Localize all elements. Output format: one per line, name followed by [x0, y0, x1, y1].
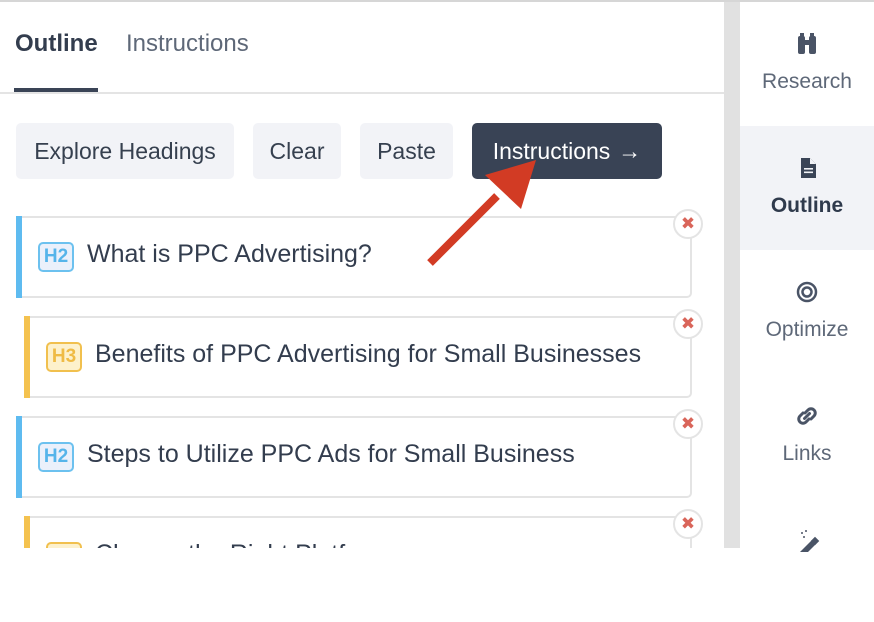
outline-item[interactable]: H2 Steps to Utilize PPC Ads for Small Bu…: [16, 416, 692, 498]
explore-headings-button[interactable]: Explore Headings: [16, 123, 234, 179]
sidebar-item-label: Outline: [770, 194, 844, 217]
heading-level-badge: H3: [46, 542, 82, 548]
magic-wand-icon: [800, 530, 820, 552]
sidebar-item-research[interactable]: Research: [740, 2, 874, 126]
h2-level-bar: [16, 216, 22, 298]
heading-level-badge: H3: [46, 342, 82, 372]
file-icon: [801, 158, 816, 178]
outline-item[interactable]: H3 Choose the Right Platform: [24, 516, 692, 548]
outline-item[interactable]: H3 Benefits of PPC Advertising for Small…: [24, 316, 692, 398]
sidebar-item-optimize[interactable]: Optimize: [740, 250, 874, 374]
remove-item-button[interactable]: ✖: [673, 309, 703, 339]
outline-panel: Outline Instructions Explore Headings Cl…: [0, 2, 724, 548]
active-tab-indicator: [14, 88, 98, 92]
paste-button[interactable]: Paste: [360, 123, 453, 179]
outline-item[interactable]: H2 What is PPC Advertising?: [16, 216, 692, 298]
heading-text[interactable]: Benefits of PPC Advertising for Small Bu…: [95, 340, 641, 369]
heading-text[interactable]: Choose the Right Platform: [95, 540, 388, 548]
heading-text[interactable]: What is PPC Advertising?: [87, 240, 372, 269]
tab-bar: Outline Instructions: [0, 2, 724, 94]
arrow-right-icon: →: [618, 138, 642, 164]
sidebar-item-label: Links: [782, 442, 832, 465]
remove-item-button[interactable]: ✖: [673, 209, 703, 239]
link-icon: [797, 407, 817, 425]
h3-level-bar: [24, 516, 30, 548]
sidebar-item-outline[interactable]: Outline: [740, 126, 874, 250]
h2-level-bar: [16, 416, 22, 498]
binoculars-icon: [798, 33, 816, 54]
sidebar-item-links[interactable]: Links: [740, 374, 874, 498]
scrollbar[interactable]: [724, 2, 740, 548]
sidebar-item-magic[interactable]: [740, 498, 874, 622]
target-icon: [796, 281, 818, 303]
instructions-button[interactable]: Instructions →: [472, 123, 662, 179]
h3-level-bar: [24, 316, 30, 398]
tab-outline[interactable]: Outline: [15, 30, 98, 58]
sidebar-item-label: Research: [762, 70, 852, 93]
remove-item-button[interactable]: ✖: [673, 409, 703, 439]
clear-button[interactable]: Clear: [253, 123, 341, 179]
sidebar-item-label: Optimize: [765, 318, 849, 341]
right-sidebar: Research Outline Optimize Links: [740, 2, 874, 552]
heading-level-badge: H2: [38, 242, 74, 272]
tab-instructions[interactable]: Instructions: [126, 30, 249, 58]
heading-text[interactable]: Steps to Utilize PPC Ads for Small Busin…: [87, 440, 575, 469]
instructions-button-label: Instructions: [492, 138, 611, 164]
heading-level-badge: H2: [38, 442, 74, 472]
remove-item-button[interactable]: ✖: [673, 509, 703, 539]
